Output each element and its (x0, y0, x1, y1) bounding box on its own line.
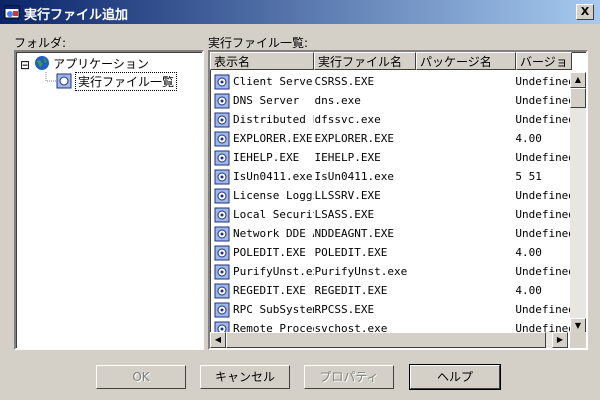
list-item[interactable]: Remote Proced svchost.exe Undefined (210, 319, 570, 332)
cell-display-name: DNS Server (233, 94, 300, 107)
cell-version: 5 51 (515, 170, 542, 183)
column-header-version[interactable]: バージョ (516, 52, 572, 70)
exe-list-label: 実行ファイル一覧: (208, 36, 309, 50)
tree-item-label: 実行ファイル一覧 (75, 71, 178, 91)
cell-display-name: Network DDE A (233, 227, 314, 240)
cell-display-name: REGEDIT.EXE (233, 284, 306, 297)
exe-icon (214, 169, 230, 184)
cell-version: Undefined (515, 208, 570, 221)
exe-icon (214, 112, 230, 127)
list-item[interactable]: Local Securit LSASS.EXE Undefined (210, 205, 570, 224)
list-item[interactable]: Client Server CSRSS.EXE Undefined (210, 72, 570, 91)
title-bar: 実行ファイル追加 X (0, 0, 600, 24)
help-button[interactable]: ヘルプ (409, 364, 501, 390)
cell-exe-name: LLSSRV.EXE (314, 189, 381, 202)
window-title: 実行ファイル追加 (24, 8, 129, 23)
exe-list-view[interactable]: 表示名 実行ファイル名 パッケージ名 バージョ Client Server CSR… (208, 50, 588, 350)
scroll-left-button[interactable]: ◀ (210, 332, 226, 348)
cell-version: Undefined (515, 151, 570, 164)
cell-exe-name: PurifyUnst.exe (314, 265, 408, 278)
cell-version: Undefined (515, 189, 570, 202)
exe-icon (214, 74, 230, 89)
exe-icon (214, 188, 230, 203)
list-item[interactable]: Network DDE A NDDEAGNT.EXE Undefined (210, 224, 570, 243)
cell-display-name: Remote Proced (233, 322, 314, 332)
cell-display-name: Local Securit (233, 208, 314, 221)
column-header-exe-name[interactable]: 実行ファイル名 (314, 52, 416, 70)
tree-connector-lines (45, 72, 56, 82)
list-item[interactable]: RPC SubSystem RPCSS.EXE Undefined (210, 300, 570, 319)
list-item[interactable]: IsUn0411.exe IsUn0411.exe 5 51 (210, 167, 570, 186)
exe-icon (214, 321, 230, 332)
cell-display-name: Client Server (233, 75, 314, 88)
cell-display-name: License Loggi (233, 189, 314, 202)
cancel-button[interactable]: キャンセル (200, 365, 290, 389)
exe-icon (214, 150, 230, 165)
list-rows: Client Server CSRSS.EXE Undefined DNS Serve… (210, 72, 570, 332)
cell-exe-name: dfssvc.exe (314, 113, 381, 126)
cell-exe-name: REGEDIT.EXE (314, 284, 388, 297)
cell-display-name: RPC SubSystem (233, 303, 314, 316)
cell-version: Undefined (515, 227, 570, 240)
cell-exe-name: CSRSS.EXE (314, 75, 375, 88)
list-item[interactable]: POLEDIT.EXE POLEDIT.EXE 4.00 (210, 243, 570, 262)
cell-exe-name: svchost.exe (314, 322, 388, 332)
cell-exe-name: POLEDIT.EXE (314, 246, 388, 259)
cell-exe-name: IEHELP.EXE (314, 151, 381, 164)
cell-display-name: POLEDIT.EXE (233, 246, 306, 259)
cell-version: 4.00 (515, 246, 542, 259)
exe-icon (214, 226, 230, 241)
vertical-scrollbar[interactable]: ▲ ▼ (570, 72, 586, 334)
cell-display-name: EXPLORER.EXE (233, 132, 313, 145)
scroll-thumb[interactable] (570, 88, 586, 108)
list-item[interactable]: DNS Server dns.exe Undefined (210, 91, 570, 110)
cell-version: Undefined (515, 265, 570, 278)
cell-version: 4.00 (515, 132, 542, 145)
folder-label: フォルダ: (14, 36, 67, 50)
properties-button[interactable]: プロパティ (304, 365, 394, 389)
list-item[interactable]: Distributed Fdfssvc.exe Undefined (210, 110, 570, 129)
cell-exe-name: dns.exe (314, 94, 361, 107)
exe-icon (214, 302, 230, 317)
cell-exe-name: RPCSS.EXE (314, 303, 375, 316)
folder-tree[interactable]: ⊟ アプリケーション 実行ファイル一覧 (14, 50, 204, 350)
list-item[interactable]: PurifyUnst.ex PurifyUnst.exe Undefined (210, 262, 570, 281)
cell-version: Undefined (515, 94, 570, 107)
exe-icon (214, 264, 230, 279)
cell-exe-name: EXPLORER.EXE (314, 132, 394, 145)
exe-icon (214, 131, 230, 146)
horizontal-scroll-thumb[interactable] (226, 332, 546, 348)
list-item[interactable]: REGEDIT.EXE REGEDIT.EXE 4.00 (210, 281, 570, 300)
cell-version: Undefined (515, 322, 570, 332)
list-item[interactable]: License Loggi LLSSRV.EXE Undefined (210, 186, 570, 205)
cell-display-name: IsUn0411.exe (233, 170, 313, 183)
scroll-up-button[interactable]: ▲ (570, 72, 586, 88)
cell-version: Undefined (515, 75, 570, 88)
column-header-package-name[interactable]: パッケージ名 (416, 52, 516, 70)
exe-icon (214, 93, 230, 108)
cell-exe-name: LSASS.EXE (314, 208, 375, 221)
scroll-right-button[interactable]: ▶ (552, 332, 568, 348)
list-item[interactable]: IEHELP.EXE IEHELP.EXE Undefined (210, 148, 570, 167)
exe-icon (214, 245, 230, 260)
cell-version: 4.00 (515, 284, 542, 297)
exe-icon (214, 207, 230, 222)
cell-display-name: PurifyUnst.ex (233, 265, 314, 278)
cell-version: Undefined (515, 303, 570, 316)
horizontal-scrollbar[interactable]: ◀ ▶ (210, 332, 568, 348)
scroll-corner (570, 332, 586, 348)
cell-display-name: Distributed F (233, 113, 314, 126)
list-header: 表示名 実行ファイル名 パッケージ名 バージョ (210, 52, 572, 72)
cell-version: Undefined (515, 113, 570, 126)
close-button[interactable]: X (576, 4, 594, 20)
cell-display-name: IEHELP.EXE (233, 151, 300, 164)
app-icon (4, 5, 20, 19)
ok-button[interactable]: OK (96, 365, 186, 389)
exe-icon (214, 283, 230, 298)
column-header-display-name[interactable]: 表示名 (210, 52, 314, 70)
cell-exe-name: IsUn0411.exe (314, 170, 394, 183)
list-item[interactable]: EXPLORER.EXE EXPLORER.EXE 4.00 (210, 129, 570, 148)
cell-exe-name: NDDEAGNT.EXE (314, 227, 394, 240)
